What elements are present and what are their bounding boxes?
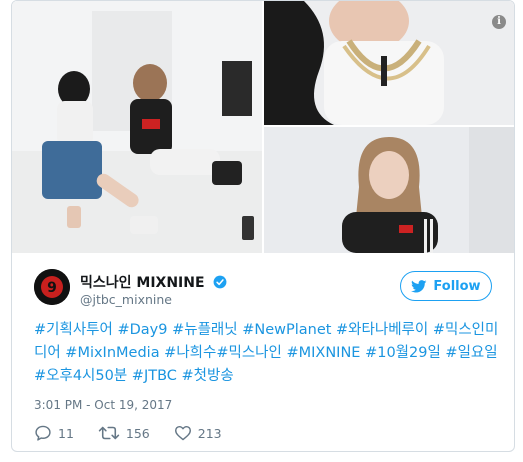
- photo-right-bottom[interactable]: [264, 127, 514, 253]
- retweet-button[interactable]: 156: [98, 425, 150, 441]
- follow-label: Follow: [433, 278, 481, 294]
- info-icon[interactable]: i: [492, 15, 506, 29]
- tweet-actions: 11 156 213: [34, 423, 246, 443]
- reply-count: 11: [58, 425, 74, 441]
- retweet-icon: [98, 426, 120, 440]
- tweet-timestamp[interactable]: 3:01 PM - Oct 19, 2017: [34, 398, 172, 412]
- photo-left-image: [12, 1, 262, 253]
- photo-grid: i: [12, 1, 514, 253]
- photo-right-bottom-image: [264, 127, 514, 253]
- avatar[interactable]: 9: [34, 269, 70, 305]
- like-button[interactable]: 213: [174, 425, 222, 441]
- follow-button[interactable]: Follow: [400, 271, 492, 301]
- like-count: 213: [197, 425, 222, 441]
- svg-text:9: 9: [47, 280, 57, 296]
- photo-right-top[interactable]: [264, 1, 514, 125]
- verified-badge-icon: [214, 275, 227, 289]
- tweet-header: 9 믹스나인 MIXNINE @jtbc_mixnine Follow: [12, 263, 514, 313]
- tweet-text[interactable]: #기획사투어 #Day9 #뉴플래닛 #NewPlanet #와타나베루이 #믹…: [34, 319, 502, 388]
- tweet-card: i 9 믹스나인 MIXNINE @jtbc_mixnine Follow #기…: [11, 0, 515, 452]
- avatar-logo: 9: [34, 269, 70, 305]
- photo-right-top-image: [264, 1, 514, 125]
- photo-left[interactable]: [12, 1, 262, 253]
- twitter-bird-icon: [411, 279, 427, 292]
- reply-button[interactable]: 11: [34, 425, 74, 441]
- reply-icon: [35, 425, 51, 441]
- retweet-count: 156: [125, 425, 150, 441]
- display-name-text[interactable]: 믹스나인 MIXNINE: [80, 275, 205, 291]
- user-handle[interactable]: @jtbc_mixnine: [80, 292, 172, 307]
- heart-icon: [174, 425, 191, 441]
- display-name[interactable]: 믹스나인 MIXNINE: [80, 272, 227, 292]
